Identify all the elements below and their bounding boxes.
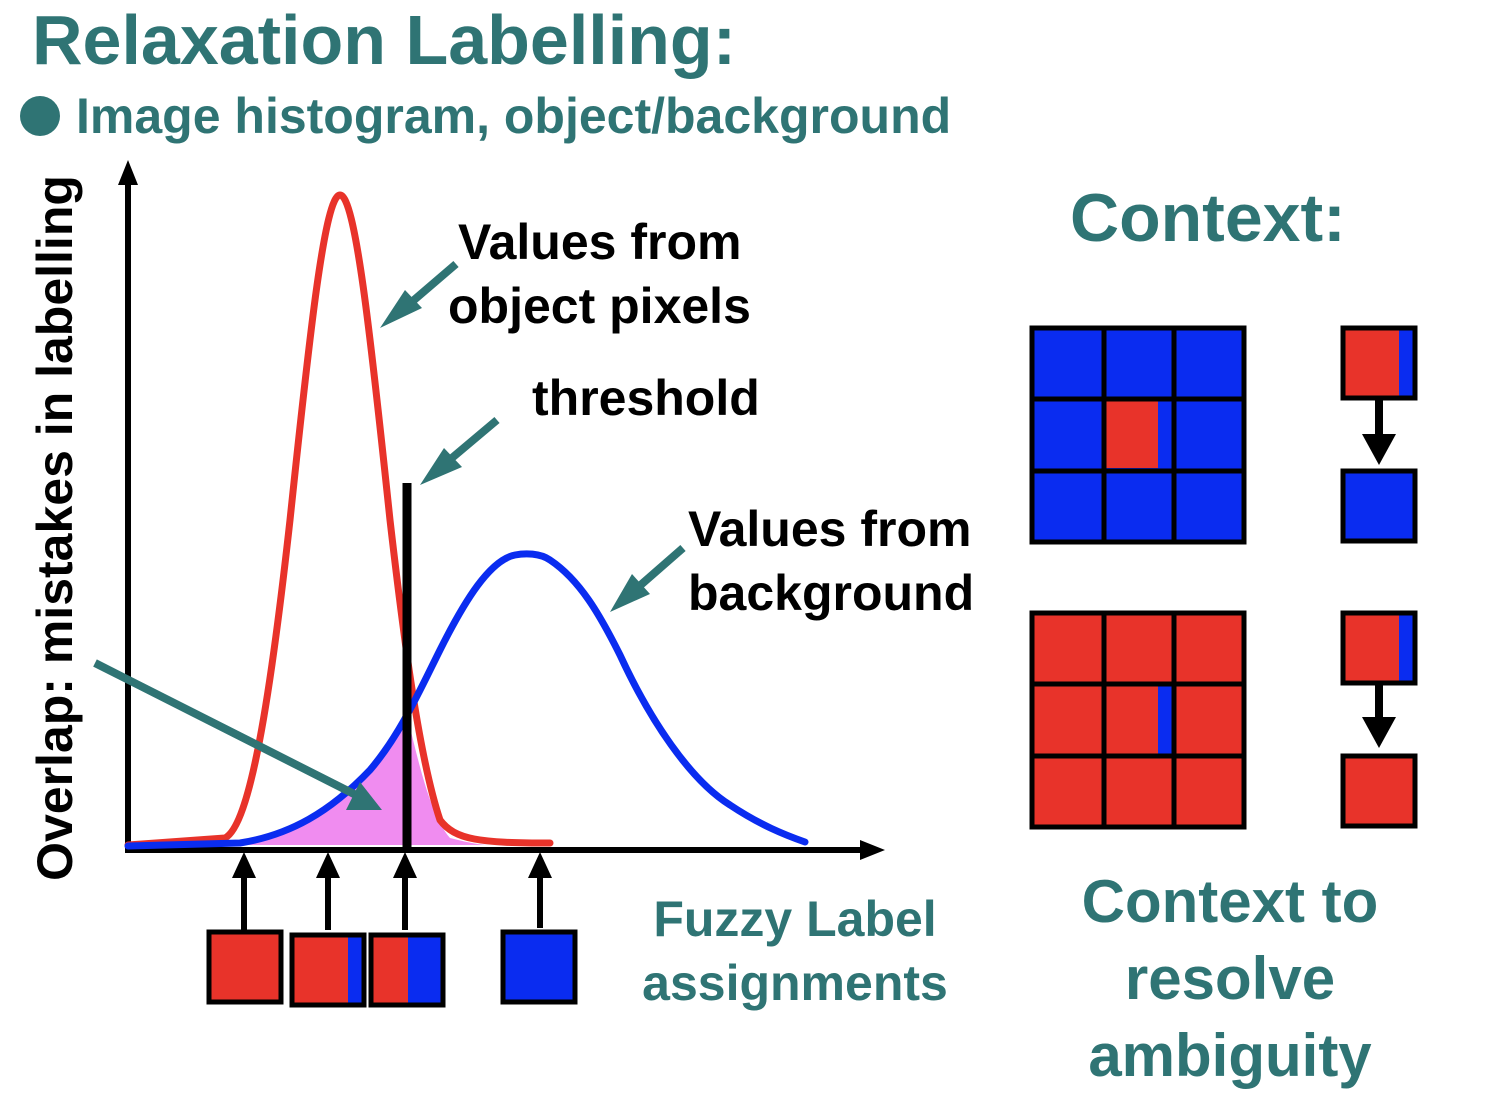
x-axis-arrowhead-icon bbox=[860, 840, 885, 860]
fuzzy-arrow-4 bbox=[528, 852, 552, 928]
transition-top-before bbox=[1340, 325, 1418, 401]
background-values-label-1: Values from bbox=[688, 501, 972, 557]
transition-bottom-after bbox=[1340, 753, 1418, 829]
object-values-label-2: object pixels bbox=[448, 278, 751, 334]
threshold-annotation-arrow bbox=[420, 416, 500, 485]
fuzzy-label-2: assignments bbox=[642, 955, 948, 1011]
object-annotation-arrow bbox=[380, 260, 459, 328]
fuzzy-square-blue bbox=[500, 929, 578, 1005]
context-grid-red bbox=[1029, 610, 1247, 830]
object-values-label-1: Values from bbox=[458, 214, 742, 270]
context-heading: Context: bbox=[1070, 180, 1346, 256]
transition-top-arrow bbox=[1362, 400, 1396, 465]
transition-bottom-before bbox=[1340, 610, 1418, 686]
transition-bottom-arrow bbox=[1362, 685, 1396, 748]
overlap-annotation-arrow bbox=[93, 659, 382, 810]
background-annotation-arrow bbox=[610, 544, 686, 612]
fuzzy-square-red bbox=[206, 929, 284, 1005]
context-resolve-line-2: resolve bbox=[1124, 945, 1336, 1012]
fuzzy-label-1: Fuzzy Label bbox=[653, 891, 937, 947]
background-values-label-2: background bbox=[688, 565, 975, 621]
context-resolve-line-3: ambiguity bbox=[1088, 1022, 1372, 1089]
context-resolve-line-1: Context to bbox=[1081, 868, 1379, 935]
context-grid-blue bbox=[1029, 325, 1247, 545]
fuzzy-arrow-1 bbox=[232, 852, 256, 930]
y-axis-arrowhead-icon bbox=[118, 160, 138, 185]
fuzzy-arrow-3 bbox=[393, 852, 417, 930]
threshold-label: threshold bbox=[532, 370, 760, 426]
fuzzy-square-mixed bbox=[368, 932, 446, 1008]
fuzzy-arrow-2 bbox=[316, 852, 340, 930]
transition-top-after bbox=[1340, 468, 1418, 544]
fuzzy-square-mostly-red bbox=[289, 932, 367, 1008]
